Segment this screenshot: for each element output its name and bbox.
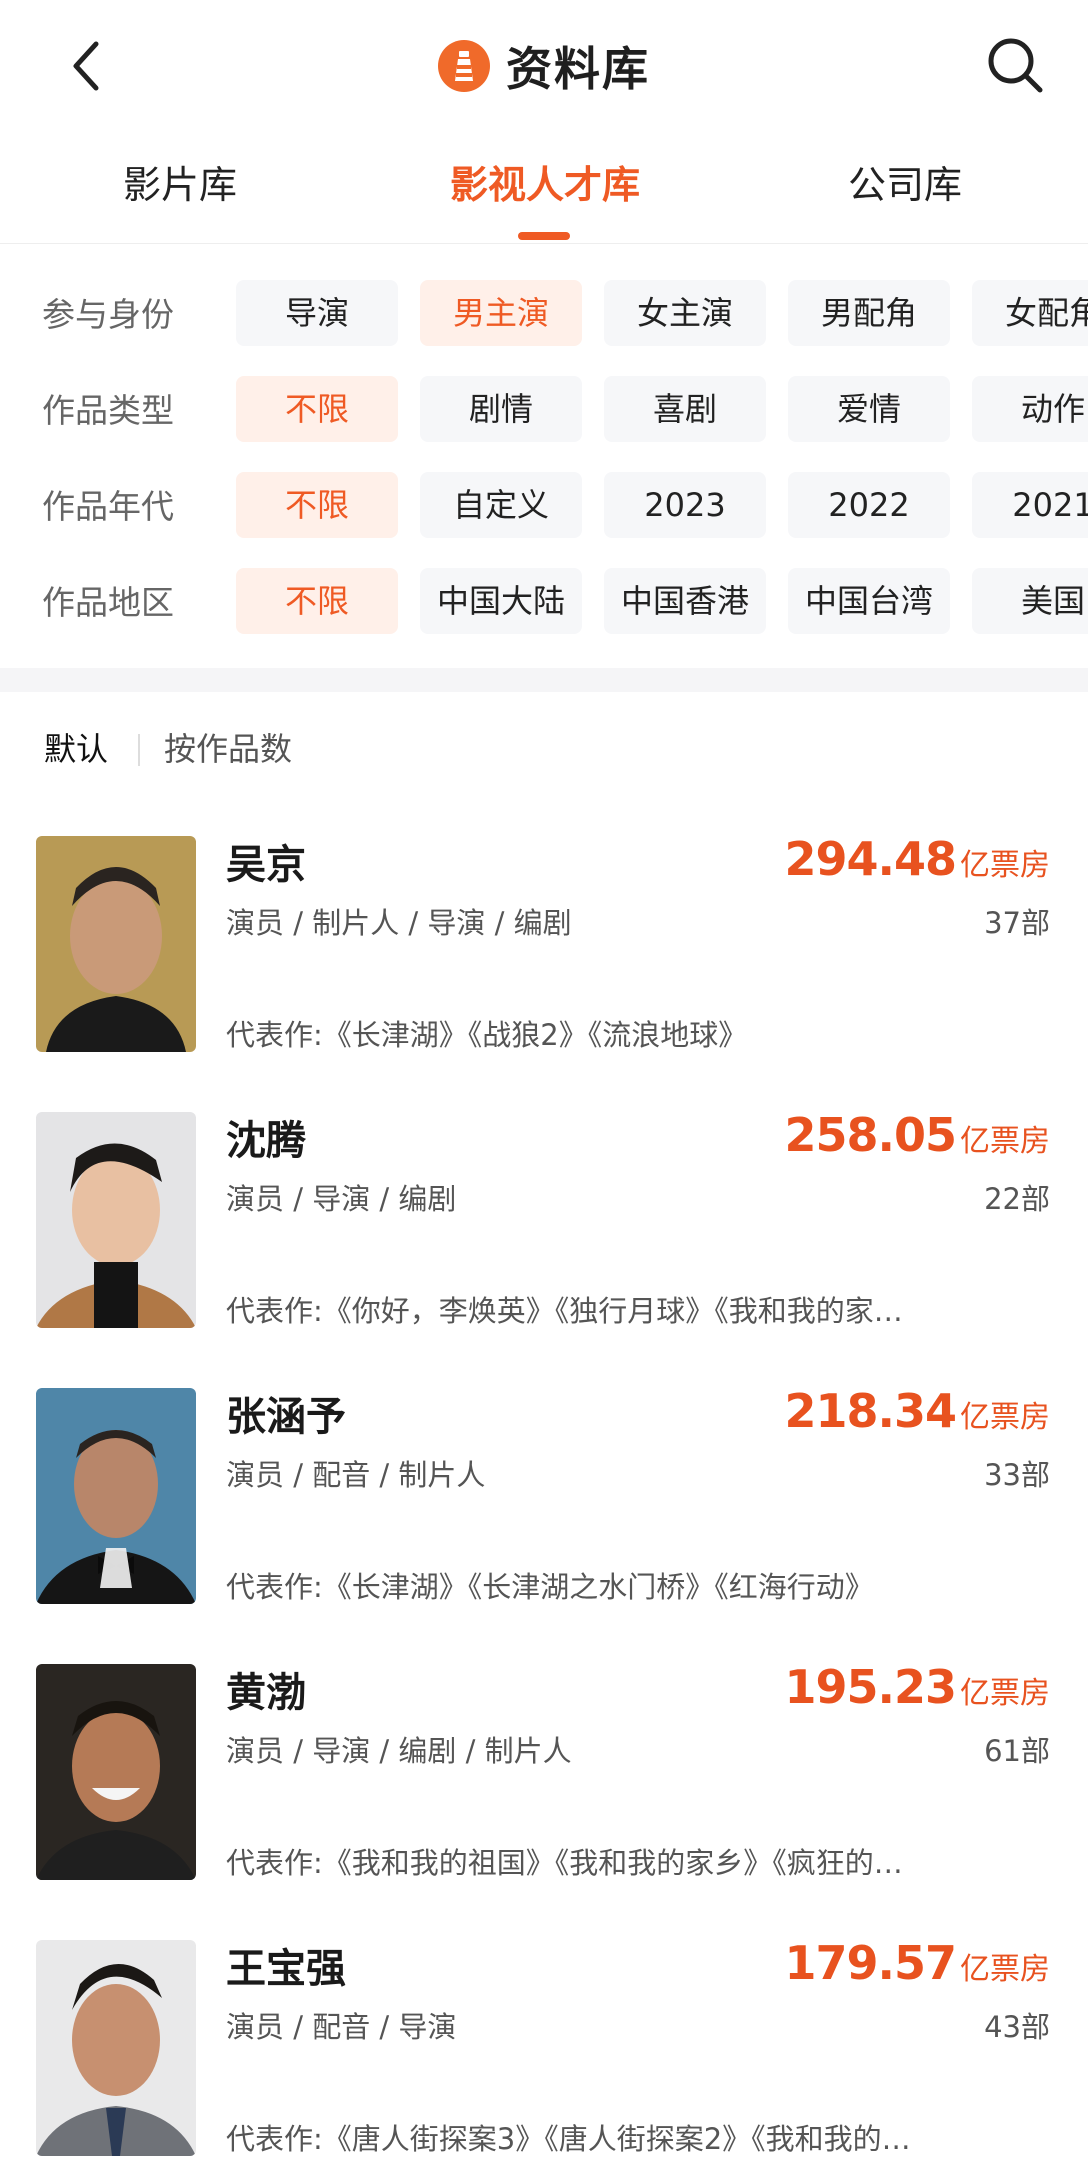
box-office-value: 294.48 [784, 832, 957, 886]
talent-name: 黄渤 [226, 1670, 306, 1716]
talent-name: 沈腾 [226, 1118, 306, 1164]
talent-list-item[interactable]: 沈腾 演员 / 导演 / 编剧 代表作:《你好，李焕英》《独行月球》《我和我的家… [0, 1088, 1088, 1328]
filter-chip[interactable]: 剧情 [420, 376, 582, 442]
talent-name: 王宝强 [226, 1946, 346, 1992]
lighthouse-logo-icon [438, 40, 490, 92]
box-office-unit: 亿票房 [960, 1952, 1050, 1987]
tab-talent-library[interactable]: 影视人才库 [430, 150, 660, 220]
talent-representative-works: 代表作:《唐人街探案3》《唐人街探案2》《我和我的… [226, 2122, 911, 2156]
filter-chip[interactable]: 导演 [236, 280, 398, 346]
sort-by-works-option[interactable]: 按作品数 [164, 724, 292, 774]
filter-chip[interactable]: 美国 [972, 568, 1088, 634]
box-office-value: 179.57 [784, 1936, 957, 1990]
box-office: 195.23 亿票房 [784, 1660, 1050, 1714]
filter-label: 作品地区 [42, 583, 174, 622]
talent-roles: 演员 / 配音 / 制片人 [226, 1458, 486, 1492]
filter-chip[interactable]: 自定义 [420, 472, 582, 538]
filter-chip-selected[interactable]: 不限 [236, 472, 398, 538]
filter-label: 参与身份 [42, 295, 174, 334]
filter-chip[interactable]: 喜剧 [604, 376, 766, 442]
box-office-value: 195.23 [784, 1660, 957, 1714]
filter-panel: 参与身份 导演 男主演 女主演 男配角 女配角 作品类型 不限 剧情 喜剧 爱情… [0, 270, 1088, 650]
talent-name: 张涵予 [226, 1394, 346, 1440]
filter-chip[interactable]: 女主演 [604, 280, 766, 346]
filter-chip[interactable]: 2021 [972, 472, 1088, 538]
page: 资料库 影片库 影视人才库 公司库 参与身份 导演 男主演 女主演 男配角 女配… [0, 0, 1088, 2180]
works-count: 22部 [984, 1182, 1050, 1216]
works-count: 37部 [984, 906, 1050, 940]
sort-default-option[interactable]: 默认 [44, 724, 108, 774]
filter-chip[interactable]: 中国大陆 [420, 568, 582, 634]
section-divider [0, 668, 1088, 692]
tab-company-library[interactable]: 公司库 [835, 150, 975, 220]
talent-roles: 演员 / 制片人 / 导演 / 编剧 [226, 906, 572, 940]
box-office-unit: 亿票房 [960, 1676, 1050, 1711]
filter-label: 作品类型 [42, 391, 174, 430]
talent-roles: 演员 / 导演 / 编剧 [226, 1182, 457, 1216]
filter-chip[interactable]: 动作 [972, 376, 1088, 442]
avatar [36, 1388, 196, 1604]
filter-chip-selected[interactable]: 不限 [236, 376, 398, 442]
talent-list-item[interactable]: 吴京 演员 / 制片人 / 导演 / 编剧 代表作:《长津湖》《战狼2》《流浪地… [0, 812, 1088, 1052]
box-office-value: 218.34 [784, 1384, 957, 1438]
talent-roles: 演员 / 配音 / 导演 [226, 2010, 457, 2044]
title-group: 资料库 [0, 28, 1088, 104]
works-count: 33部 [984, 1458, 1050, 1492]
talent-list-item[interactable]: 黄渤 演员 / 导演 / 编剧 / 制片人 代表作:《我和我的祖国》《我和我的家… [0, 1640, 1088, 1880]
filter-row-role: 参与身份 导演 男主演 女主演 男配角 女配角 [0, 280, 1088, 350]
box-office-unit: 亿票房 [960, 1400, 1050, 1435]
filter-label: 作品年代 [42, 487, 174, 526]
talent-roles: 演员 / 导演 / 编剧 / 制片人 [226, 1734, 572, 1768]
filter-chip[interactable]: 中国台湾 [788, 568, 950, 634]
talent-representative-works: 代表作:《长津湖》《长津湖之水门桥》《红海行动》 [226, 1570, 874, 1604]
category-tabs: 影片库 影视人才库 公司库 [0, 140, 1088, 244]
filter-chip[interactable]: 女配角 [972, 280, 1088, 346]
search-button[interactable] [980, 30, 1050, 100]
box-office: 179.57 亿票房 [784, 1936, 1050, 1990]
filter-chip[interactable]: 2023 [604, 472, 766, 538]
talent-representative-works: 代表作:《我和我的祖国》《我和我的家乡》《疯狂的… [226, 1846, 903, 1880]
talent-representative-works: 代表作:《你好，李焕英》《独行月球》《我和我的家… [226, 1294, 903, 1328]
search-icon [988, 38, 1043, 93]
avatar [36, 836, 196, 1052]
works-count: 61部 [984, 1734, 1050, 1768]
avatar [36, 1940, 196, 2156]
box-office-unit: 亿票房 [960, 1124, 1050, 1159]
filter-chip[interactable]: 男配角 [788, 280, 950, 346]
filter-row-genre: 作品类型 不限 剧情 喜剧 爱情 动作 [0, 376, 1088, 446]
filter-chip[interactable]: 2022 [788, 472, 950, 538]
box-office-value: 258.05 [784, 1108, 957, 1162]
avatar [36, 1112, 196, 1328]
talent-name: 吴京 [226, 842, 306, 888]
box-office: 294.48 亿票房 [784, 832, 1050, 886]
sort-bar: 默认 按作品数 [0, 712, 1088, 786]
sort-divider [138, 734, 140, 766]
filter-row-era: 作品年代 不限 自定义 2023 2022 2021 [0, 472, 1088, 542]
active-tab-indicator [518, 232, 570, 240]
talent-representative-works: 代表作:《长津湖》《战狼2》《流浪地球》 [226, 1018, 748, 1052]
box-office: 218.34 亿票房 [784, 1384, 1050, 1438]
box-office-unit: 亿票房 [960, 848, 1050, 883]
nav-bar: 资料库 [0, 0, 1088, 130]
page-title: 资料库 [506, 42, 650, 96]
works-count: 43部 [984, 2010, 1050, 2044]
filter-chip-selected[interactable]: 男主演 [420, 280, 582, 346]
filter-row-region: 作品地区 不限 中国大陆 中国香港 中国台湾 美国 [0, 568, 1088, 638]
avatar [36, 1664, 196, 1880]
talent-list-item[interactable]: 张涵予 演员 / 配音 / 制片人 代表作:《长津湖》《长津湖之水门桥》《红海行… [0, 1364, 1088, 1604]
filter-chip-selected[interactable]: 不限 [236, 568, 398, 634]
tab-movie-library[interactable]: 影片库 [110, 150, 250, 220]
filter-chip[interactable]: 中国香港 [604, 568, 766, 634]
box-office: 258.05 亿票房 [784, 1108, 1050, 1162]
filter-chip[interactable]: 爱情 [788, 376, 950, 442]
talent-list-item[interactable]: 王宝强 演员 / 配音 / 导演 代表作:《唐人街探案3》《唐人街探案2》《我和… [0, 1916, 1088, 2156]
